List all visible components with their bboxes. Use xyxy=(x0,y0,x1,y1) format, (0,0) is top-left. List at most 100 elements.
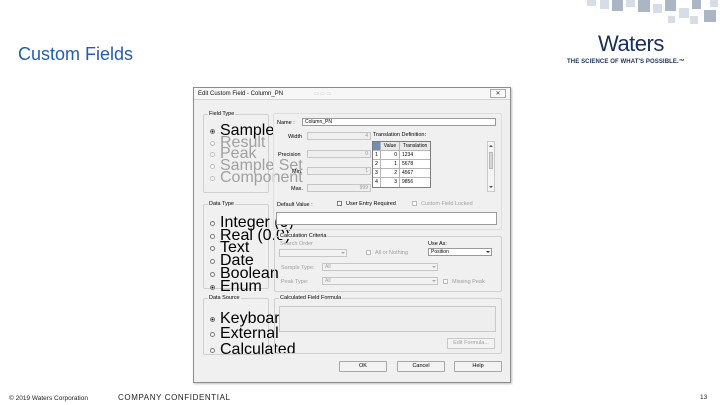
table-row[interactable]: 3 2 4567 xyxy=(373,169,430,178)
cell-value[interactable]: 1 xyxy=(381,160,400,168)
header-value: Value xyxy=(381,142,400,150)
radio-dot xyxy=(210,233,215,239)
cell-value[interactable]: 3 xyxy=(381,178,400,187)
sample-type-select[interactable]: All xyxy=(322,263,438,271)
width-label: Width xyxy=(288,134,303,140)
slide-title: Custom Fields xyxy=(18,44,134,64)
all-or-nothing-label: All or Nothing xyxy=(375,250,409,256)
edit-formula-button[interactable]: Edit Formula... xyxy=(447,338,495,349)
precision-label: Precision xyxy=(278,152,301,158)
width-input[interactable]: 4 xyxy=(307,132,371,140)
all-or-nothing-checkbox[interactable] xyxy=(366,250,371,255)
precision-input[interactable]: 0 xyxy=(307,150,371,158)
chevron-down-icon xyxy=(432,266,436,268)
missing-peak-label: Missing Peak xyxy=(452,279,485,285)
header-translation: Translation xyxy=(400,142,430,150)
radio-dot xyxy=(210,163,215,169)
radio-dot xyxy=(210,220,215,226)
header-corner xyxy=(373,142,381,150)
chevron-down-icon xyxy=(341,252,345,254)
dialog-titlebar: Edit Custom Field - Column_PN ▭ ▭ ▭ ✕ xyxy=(194,88,510,100)
row-index: 4 xyxy=(373,178,381,187)
scroll-down-icon[interactable] xyxy=(489,186,493,188)
radio-dot xyxy=(210,331,215,337)
field-type-group: Field Type Sample Result Peak Sample Set… xyxy=(203,111,303,193)
row-index: 2 xyxy=(373,160,381,168)
radio-dot xyxy=(210,258,215,264)
row-index: 1 xyxy=(373,151,381,159)
radio-dot xyxy=(210,128,215,134)
table-row[interactable]: 2 1 5678 xyxy=(373,160,430,169)
row-index: 3 xyxy=(373,169,381,177)
use-as-value: Position xyxy=(431,249,449,255)
field-type-legend: Field Type xyxy=(208,111,236,117)
radio-dot xyxy=(210,316,215,322)
translation-table[interactable]: Value Translation 1 0 1234 2 1 5678 3 2 … xyxy=(372,141,431,188)
chevron-down-icon xyxy=(432,280,436,282)
translation-scrollbar[interactable] xyxy=(487,141,495,192)
formula-legend: Calculated Field Formula xyxy=(279,295,343,301)
translation-definition-label: Translation Definition: xyxy=(373,132,426,138)
peak-type-value: All xyxy=(325,278,331,284)
radio-dot xyxy=(210,284,215,290)
cell-value[interactable]: 2 xyxy=(381,169,400,177)
data-source-group: Data Source Keyboard External Calculated xyxy=(203,295,296,358)
cancel-button[interactable]: Cancel xyxy=(397,361,445,372)
slide: Custom Fields Waters THE SCIENCE OF WHAT… xyxy=(0,0,720,405)
max-input[interactable]: 999 xyxy=(307,184,371,192)
table-header: Value Translation xyxy=(373,142,430,151)
radio-dot xyxy=(210,175,215,181)
user-entry-required-checkbox[interactable] xyxy=(337,201,342,206)
table-row[interactable]: 1 0 1234 xyxy=(373,151,430,160)
chevron-down-icon xyxy=(486,251,490,253)
help-button[interactable]: Help xyxy=(454,361,502,372)
waters-logo: Waters xyxy=(598,31,664,56)
data-type-group: Data Type Integer (0) Real (0.0) Text Da… xyxy=(203,201,294,295)
min-label: Min. xyxy=(292,169,303,175)
cell-translation[interactable]: 5678 xyxy=(400,160,430,168)
name-label: Name : xyxy=(277,120,295,126)
data-source-legend: Data Source xyxy=(208,295,241,301)
data-type-legend: Data Type xyxy=(208,201,235,207)
scroll-thumb[interactable] xyxy=(489,152,493,169)
close-button[interactable]: ✕ xyxy=(490,89,506,98)
radio-enum[interactable]: Enum xyxy=(210,278,262,296)
radio-dot xyxy=(210,347,215,353)
footer-copyright: © 2019 Waters Corporation xyxy=(9,395,88,402)
calculation-criteria-legend: Calculation Criteria xyxy=(279,233,328,239)
search-order-label: Search Order xyxy=(280,241,314,247)
custom-field-locked-checkbox[interactable] xyxy=(412,201,417,206)
radio-dot xyxy=(210,151,215,157)
sample-type-value: All xyxy=(325,264,331,270)
peak-type-select[interactable]: All xyxy=(322,277,438,285)
custom-field-locked-label: Custom Field Locked xyxy=(421,201,473,207)
search-order-select[interactable] xyxy=(279,249,347,257)
table-row[interactable]: 4 3 9856 xyxy=(373,178,430,187)
logo-tagline: THE SCIENCE OF WHAT'S POSSIBLE.™ xyxy=(567,59,685,65)
radio-dot xyxy=(210,245,215,251)
min-input[interactable]: 1 xyxy=(307,167,371,175)
use-as-label: Use As: xyxy=(428,241,447,247)
cell-translation[interactable]: 4567 xyxy=(400,169,430,177)
max-label: Max. xyxy=(291,186,303,192)
user-entry-required-label: User Entry Required xyxy=(346,201,396,207)
default-value-label: Default Value : xyxy=(277,202,313,208)
name-input[interactable]: Column_PN xyxy=(302,118,496,126)
page-number: 13 xyxy=(700,394,708,401)
background-ghost-text: ▭ ▭ ▭ xyxy=(314,91,331,97)
radio-dot xyxy=(210,271,215,277)
radio-label: Enum xyxy=(220,278,262,295)
missing-peak-checkbox[interactable] xyxy=(443,279,448,284)
scroll-up-icon[interactable] xyxy=(489,145,493,147)
close-icon: ✕ xyxy=(495,91,501,97)
formula-textarea[interactable] xyxy=(279,306,496,332)
use-as-select[interactable]: Position xyxy=(428,248,492,256)
dialog-title: Edit Custom Field - Column_PN xyxy=(198,91,284,97)
peak-type-label: Peak Type: xyxy=(281,279,309,285)
sample-type-label: Sample Type: xyxy=(281,265,315,271)
ok-button[interactable]: OK xyxy=(339,361,387,372)
cell-translation[interactable]: 9856 xyxy=(400,178,430,187)
default-value-input[interactable] xyxy=(276,212,497,225)
cell-translation[interactable]: 1234 xyxy=(400,151,430,159)
cell-value[interactable]: 0 xyxy=(381,151,400,159)
